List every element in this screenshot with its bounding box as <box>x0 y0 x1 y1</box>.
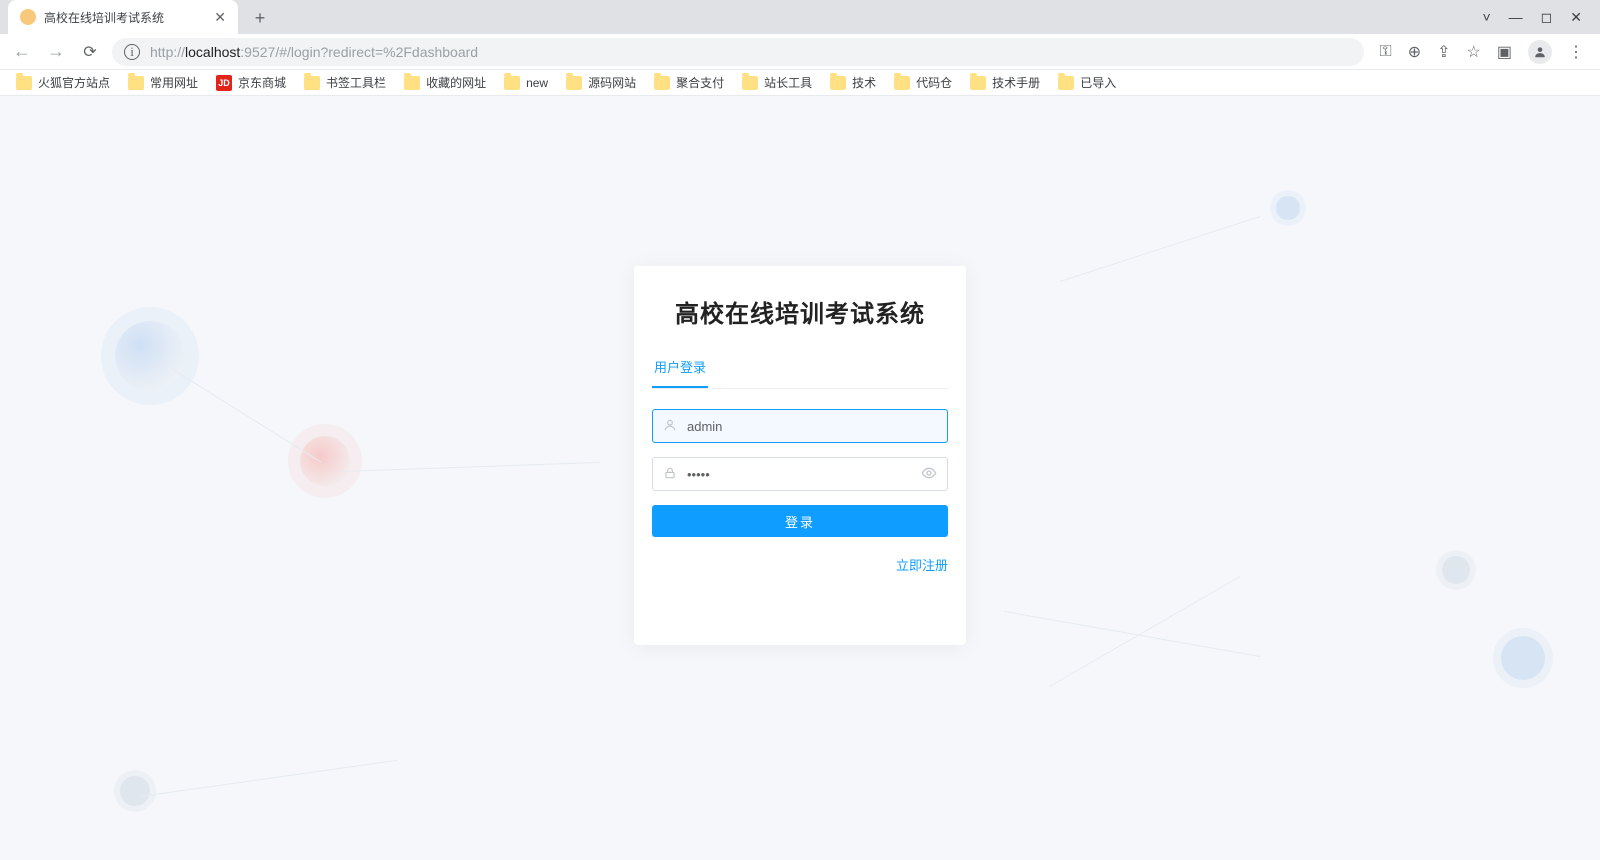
decoration-node <box>1276 196 1300 220</box>
menu-icon[interactable]: ⋮ <box>1568 42 1584 62</box>
decoration-node <box>1501 636 1545 680</box>
bookmark-item[interactable]: JD 京东商城 <box>216 74 286 91</box>
bookmark-label: 常用网址 <box>150 74 198 91</box>
folder-icon <box>504 76 520 90</box>
eye-icon[interactable] <box>921 465 937 484</box>
decoration-node <box>115 321 185 391</box>
bookmark-label: 书签工具栏 <box>326 74 386 91</box>
reload-button[interactable]: ⟳ <box>78 42 102 62</box>
star-icon[interactable]: ☆ <box>1467 42 1481 62</box>
panel-icon[interactable]: ▣ <box>1497 42 1512 62</box>
user-icon <box>663 418 681 435</box>
info-icon[interactable]: i <box>124 44 140 60</box>
bookmark-item[interactable]: 技术 <box>830 74 876 91</box>
bookmark-item[interactable]: 站长工具 <box>742 74 812 91</box>
browser-tab[interactable]: 高校在线培训考试系统 ✕ <box>8 0 238 34</box>
login-title: 高校在线培训考试系统 <box>652 294 948 329</box>
bookmark-label: 收藏的网址 <box>426 74 486 91</box>
username-field-wrapper[interactable] <box>652 409 948 443</box>
decoration-line <box>140 760 398 797</box>
forward-button: → <box>44 41 68 62</box>
bookmark-item[interactable]: 源码网站 <box>566 74 636 91</box>
bookmark-item[interactable]: 火狐官方站点 <box>16 74 110 91</box>
folder-icon <box>16 76 32 90</box>
tab-title: 高校在线培训考试系统 <box>44 9 206 26</box>
password-input[interactable] <box>681 467 921 482</box>
bookmark-label: 聚合支付 <box>676 74 724 91</box>
jd-icon: JD <box>216 75 232 91</box>
favicon-icon <box>20 9 36 25</box>
bookmark-label: 源码网站 <box>588 74 636 91</box>
folder-icon <box>128 76 144 90</box>
key-icon[interactable]: ⚿ <box>1380 43 1392 61</box>
url-text: http://localhost:9527/#/login?redirect=%… <box>150 44 478 60</box>
password-field-wrapper[interactable] <box>652 457 948 491</box>
decoration-node <box>120 776 150 806</box>
decoration-node <box>300 436 350 486</box>
folder-icon <box>566 76 582 90</box>
folder-icon <box>654 76 670 90</box>
close-icon[interactable]: ✕ <box>214 9 226 26</box>
window-close-icon[interactable]: ✕ <box>1570 9 1582 26</box>
zoom-icon[interactable]: ⊕ <box>1408 42 1421 62</box>
decoration-line <box>1049 576 1240 687</box>
bookmark-item[interactable]: new <box>504 76 548 90</box>
share-icon[interactable]: ⇪ <box>1437 42 1450 62</box>
tab-strip: 高校在线培训考试系统 ✕ + ˅ — ◻ ✕ <box>0 0 1600 34</box>
profile-icon[interactable] <box>1528 40 1552 64</box>
bookmarks-bar: 火狐官方站点 常用网址 JD 京东商城 书签工具栏 收藏的网址 new 源码网站 聚合支付 站长工… <box>0 70 1600 96</box>
login-card: 高校在线培训考试系统 用户登录 登录 立即注册 <box>634 266 966 645</box>
bookmark-label: 站长工具 <box>764 74 812 91</box>
bookmark-item[interactable]: 书签工具栏 <box>304 74 386 91</box>
login-button[interactable]: 登录 <box>652 505 948 537</box>
bookmark-item[interactable]: 常用网址 <box>128 74 198 91</box>
new-tab-button[interactable]: + <box>246 4 274 32</box>
back-button[interactable]: ← <box>10 41 34 62</box>
bookmark-item[interactable]: 已导入 <box>1058 74 1116 91</box>
tab-user-login[interactable]: 用户登录 <box>652 357 708 388</box>
maximize-icon[interactable]: ◻ <box>1541 9 1553 26</box>
bookmark-label: 京东商城 <box>238 74 286 91</box>
bookmark-label: 已导入 <box>1080 74 1116 91</box>
bookmark-label: 技术手册 <box>992 74 1040 91</box>
page-content: 高校在线培训考试系统 用户登录 登录 立即注册 <box>0 96 1600 860</box>
chevron-down-icon[interactable]: ˅ <box>1482 9 1490 25</box>
bookmark-item[interactable]: 技术手册 <box>970 74 1040 91</box>
decoration-line <box>1004 611 1260 657</box>
folder-icon <box>304 76 320 90</box>
login-tab-nav: 用户登录 <box>652 357 948 389</box>
folder-icon <box>830 76 846 90</box>
toolbar-icons: ⚿ ⊕ ⇪ ☆ ▣ ⋮ <box>1374 40 1590 64</box>
decoration-line <box>160 361 322 463</box>
window-controls: ˅ — ◻ ✕ <box>1464 0 1600 34</box>
username-input[interactable] <box>681 419 937 434</box>
bookmark-item[interactable]: 代码仓 <box>894 74 952 91</box>
decoration-line <box>340 462 600 472</box>
bookmark-item[interactable]: 收藏的网址 <box>404 74 486 91</box>
folder-icon <box>404 76 420 90</box>
decoration-node <box>1442 556 1470 584</box>
bookmark-label: 火狐官方站点 <box>38 74 110 91</box>
browser-chrome: 高校在线培训考试系统 ✕ + ˅ — ◻ ✕ ← → ⟳ i http://lo… <box>0 0 1600 96</box>
register-link[interactable]: 立即注册 <box>896 558 948 573</box>
folder-icon <box>970 76 986 90</box>
lock-icon <box>663 466 681 483</box>
minimize-icon[interactable]: — <box>1509 9 1523 25</box>
folder-icon <box>894 76 910 90</box>
decoration-line <box>1060 216 1260 282</box>
register-link-wrapper: 立即注册 <box>652 555 948 575</box>
bookmark-label: new <box>526 76 548 90</box>
folder-icon <box>1058 76 1074 90</box>
bookmark-label: 代码仓 <box>916 74 952 91</box>
address-bar[interactable]: i http://localhost:9527/#/login?redirect… <box>112 38 1364 66</box>
bookmark-item[interactable]: 聚合支付 <box>654 74 724 91</box>
bookmark-label: 技术 <box>852 74 876 91</box>
browser-toolbar: ← → ⟳ i http://localhost:9527/#/login?re… <box>0 34 1600 70</box>
folder-icon <box>742 76 758 90</box>
